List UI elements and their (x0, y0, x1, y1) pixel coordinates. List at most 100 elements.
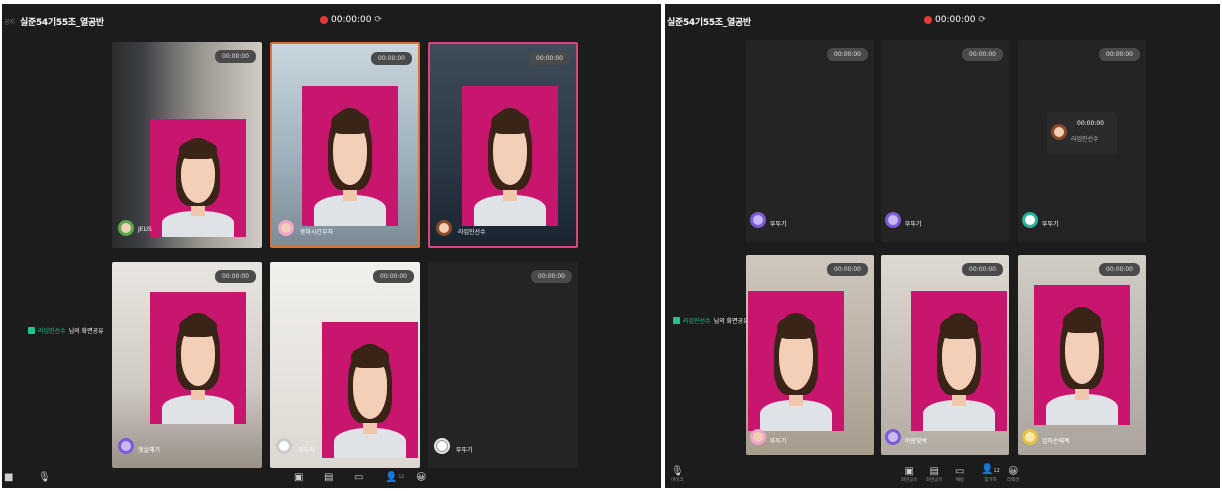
avatar (276, 438, 292, 454)
display-icon: ▤ (929, 466, 939, 477)
video-tile-speaking[interactable]: 00:00:00 라임민선수 (428, 42, 578, 248)
participant-name: 뚜뚜기 (1042, 221, 1059, 228)
share-text: 님의 화면공유 (68, 328, 104, 335)
chat-button[interactable]: ▭ (354, 472, 363, 483)
mic-label: 마이크 (671, 478, 684, 483)
control-bar: 🎙 마이크 ▣ 화면공유 ▤ 화면공유 ▭ 채팅 👤12 참가자 😀 리액션 (665, 464, 1220, 488)
screen-share-icon: ▣ (294, 472, 304, 483)
participant-name: JEUS (138, 226, 152, 233)
tile-timer: 00:00:00 (827, 263, 868, 276)
share-text: 님의 화면공유 (713, 318, 749, 325)
video-tile[interactable]: 00:00:00 뚜뚜기 (746, 255, 874, 455)
participant-name: 라임민선수 (1071, 136, 1099, 143)
tile-timer: 00:00:00 (1099, 48, 1140, 61)
avatar (885, 212, 901, 228)
share-user-name: 라임민선수 (38, 328, 66, 335)
avatar (1022, 212, 1038, 228)
floating-timer: 00:00:00 (1077, 120, 1104, 127)
screen-share-icon: ▣ (904, 466, 914, 477)
tile-timer: 00:00:00 (215, 50, 256, 63)
screen-share-notice: 라임민선수 님의 화면공유 (673, 316, 749, 325)
room-title: 실준54기55조_열공반 (20, 18, 104, 28)
refresh-icon[interactable]: ⟳ (374, 15, 382, 25)
chat-label: 채팅 (955, 478, 964, 483)
participant-name: 뚜뚜기 (456, 447, 473, 454)
screen-share-notice: 라임민선수 님의 화면공유 (28, 326, 104, 335)
video-tile-camera-off[interactable]: 00:00:00 뚜뚜기 (428, 262, 578, 468)
video-tile[interactable]: 00:00:00 조우라 (270, 262, 420, 468)
recording-timer: 00:00:00 ⟳ (320, 15, 382, 25)
participant-name: 햇살헤기 (138, 447, 161, 454)
mic-button[interactable]: 🎙 (38, 472, 51, 483)
participant-name: 뚜뚜기 (905, 221, 922, 228)
participants-label: 참가자 (984, 478, 997, 483)
emoji-icon: 😀 (416, 472, 427, 483)
chat-icon: ▭ (354, 472, 364, 483)
avatar (750, 212, 766, 228)
reaction-button[interactable]: 😀 (416, 472, 426, 483)
emoji-icon: 😀 (1007, 466, 1019, 477)
floating-participant-card[interactable]: 00:00:00 라임민선수 (1047, 112, 1117, 154)
participant-count: 12 (993, 468, 1000, 474)
video-tile-camera-off[interactable]: 00:00:00 00:00:00 라임민선수 뚜뚜기 (1018, 40, 1146, 242)
tile-timer: 00:00:00 (962, 263, 1003, 276)
camera-icon: ■ (4, 472, 14, 483)
screen-share-icon (28, 327, 35, 334)
meeting-window-left: 공지 실준54기55조_열공반 00:00:00 ⟳ 라임민선수 님의 화면공유… (2, 4, 661, 488)
notice-label[interactable]: 공지 (4, 17, 15, 26)
avatar (885, 429, 901, 445)
mic-button[interactable]: 🎙 마이크 (671, 466, 684, 483)
participants-button[interactable]: 👤 12 (385, 472, 404, 483)
screen-share-icon (673, 317, 680, 324)
person-icon: 👤 (385, 472, 398, 483)
participant-name: 바람빛박 (905, 438, 928, 445)
video-tile[interactable]: 00:00:00 바람빛박 (881, 255, 1009, 455)
avatar (750, 429, 766, 445)
video-tile-camera-off[interactable]: 00:00:00 뚜뚜기 (746, 40, 874, 242)
tile-timer: 00:00:00 (1099, 263, 1140, 276)
participant-photo (150, 119, 246, 237)
share-user-name: 라임민선수 (683, 318, 711, 325)
control-bar: ■ 🎙 ▣ ▤ ▭ 👤 12 😀 (2, 466, 661, 488)
participant-name: 엄마손패쩍 (1042, 438, 1070, 445)
share-view-button[interactable]: ▤ (324, 472, 333, 483)
video-tile[interactable]: 00:00:00 햇살헤기 (112, 262, 262, 468)
participant-count: 12 (398, 475, 405, 480)
video-tile-active[interactable]: 00:00:00 중파시간부자 (270, 42, 420, 248)
participant-photo (150, 292, 246, 424)
participant-photo (911, 291, 1007, 431)
avatar (118, 220, 134, 236)
mic-icon: 🎙 (671, 466, 684, 477)
participant-photo (748, 291, 844, 431)
person-icon: 👤12 (981, 464, 1000, 475)
camera-button[interactable]: ■ (4, 472, 13, 483)
refresh-icon[interactable]: ⟳ (978, 15, 986, 25)
reaction-label: 리액션 (1007, 478, 1020, 483)
share-view-button[interactable]: ▤ 화면공유 (926, 466, 943, 483)
video-tile[interactable]: 00:00:00 JEUS (112, 42, 262, 248)
avatar (1051, 124, 1067, 140)
screen-share-label: 화면공유 (901, 478, 918, 483)
participant-name: 중파시간부자 (300, 229, 334, 236)
timer-text: 00:00:00 (331, 15, 372, 25)
tile-timer: 00:00:00 (215, 270, 256, 283)
timer-text: 00:00:00 (935, 15, 976, 25)
reaction-button[interactable]: 😀 리액션 (1007, 466, 1019, 483)
tile-timer: 00:00:00 (962, 48, 1003, 61)
screen-share-button[interactable]: ▣ 화면공유 (901, 466, 918, 483)
record-icon (924, 16, 932, 24)
share-view-label: 화면공유 (926, 478, 943, 483)
avatar (1022, 429, 1038, 445)
participants-button[interactable]: 👤12 참가자 (981, 464, 1000, 483)
video-tile[interactable]: 00:00:00 엄마손패쩍 (1018, 255, 1146, 455)
display-icon: ▤ (324, 472, 334, 483)
chat-icon: ▭ (955, 466, 965, 477)
chat-button[interactable]: ▭ 채팅 (955, 466, 964, 483)
tile-timer: 00:00:00 (373, 270, 414, 283)
tile-timer: 00:00:00 (827, 48, 868, 61)
screen-share-button[interactable]: ▣ (294, 472, 303, 483)
video-tile-camera-off[interactable]: 00:00:00 뚜뚜기 (881, 40, 1009, 242)
avatar (434, 438, 450, 454)
avatar (118, 438, 134, 454)
participant-name: 조우라 (298, 447, 315, 454)
